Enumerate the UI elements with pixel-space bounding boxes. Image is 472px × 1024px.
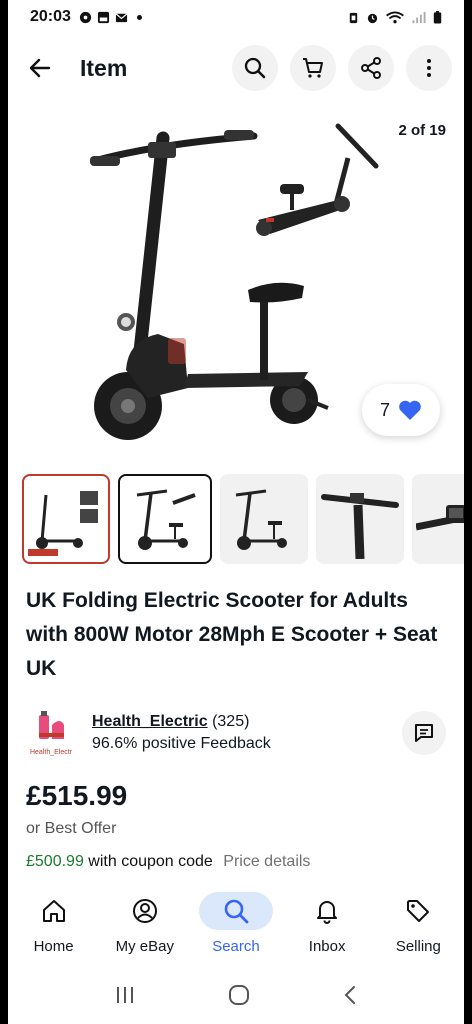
nav-search[interactable]: Search [194, 891, 278, 955]
price: £515.99 [26, 780, 128, 811]
mail-icon [115, 12, 128, 22]
home-icon [42, 899, 65, 922]
best-offer-label: or Best Offer [26, 820, 117, 837]
share-icon [361, 57, 381, 79]
thumbnail-image [235, 489, 287, 550]
thumbnail-image [136, 489, 196, 550]
nav-selling-label: Selling [395, 937, 441, 955]
alarm-icon [367, 13, 378, 23]
watch-button[interactable]: 7 [362, 384, 440, 436]
search-icon [244, 57, 266, 79]
soccer-ball-icon [79, 11, 91, 23]
more-vertical-icon [427, 59, 431, 77]
nav-my-ebay[interactable]: My eBay [103, 892, 187, 955]
app-screen: 20:03 Item 2 of 19 7 UK Folding Electric… [8, 0, 464, 1024]
arrow-left-icon [29, 58, 51, 78]
seller-logo-text: Health_Electr [29, 748, 73, 756]
notification-dot [136, 14, 142, 20]
bell-icon [317, 900, 338, 924]
share-button[interactable] [348, 45, 394, 91]
thumbnail-2[interactable] [118, 474, 212, 564]
price-details-link[interactable]: Price details [223, 853, 310, 870]
seller-name-link[interactable]: Health_Electric [92, 713, 208, 730]
search-button[interactable] [232, 45, 278, 91]
coupon-price: £500.99 [26, 853, 84, 870]
coupon-text: with coupon code [88, 853, 213, 870]
thumbnail-1[interactable] [22, 474, 110, 564]
tag-icon [407, 899, 430, 922]
message-icon [415, 724, 433, 742]
seller-logo[interactable]: Health_Electr [26, 704, 76, 762]
coupon-line: £500.99 with coupon code Price details [26, 853, 310, 873]
user-icon [132, 898, 157, 923]
nav-search-label: Search [212, 937, 260, 955]
battery-icon [433, 10, 442, 24]
product-image-gallery[interactable]: 2 of 19 7 [8, 108, 464, 460]
thumbnail-image [416, 505, 464, 531]
nav-selling[interactable]: Selling [376, 892, 460, 955]
home-circle-icon[interactable] [228, 984, 250, 1006]
page-title: Item [80, 54, 128, 81]
recent-apps-icon[interactable] [114, 985, 136, 1005]
watch-count: 7 [379, 399, 390, 420]
thumbnail-strip [22, 474, 464, 564]
nav-home-label: Home [33, 937, 74, 955]
seller-feedback: 96.6% positive Feedback [92, 735, 271, 752]
back-button[interactable] [26, 54, 54, 82]
nav-inbox[interactable]: Inbox [285, 892, 369, 955]
nav-inbox-label: Inbox [308, 937, 346, 955]
gallery-icon [97, 11, 109, 23]
seller-logo-image [39, 710, 64, 739]
seller-rating-count: (325) [212, 713, 250, 730]
wifi-icon [386, 10, 404, 23]
product-title: UK Folding Electric Scooter for Adults w… [26, 589, 438, 680]
nav-home[interactable]: Home [12, 892, 96, 955]
signal-icon [412, 11, 426, 23]
thumbnail-5[interactable] [412, 474, 464, 564]
status-bar: 20:03 [8, 0, 464, 34]
thumbnail-3[interactable] [220, 474, 308, 564]
heart-icon [399, 400, 421, 420]
thumbnail-image [28, 491, 98, 556]
status-time: 20:03 [30, 8, 71, 25]
system-navigation-bar [8, 966, 464, 1024]
seller-info: Health_Electr Health_Electric (325) 96.6… [26, 702, 446, 764]
bottom-navigation: Home My eBay Search Inbox Selling [8, 874, 464, 966]
app-bar: Item [8, 36, 464, 100]
battery-saver-icon [349, 12, 358, 23]
contact-seller-button[interactable] [402, 711, 446, 755]
cart-button[interactable] [290, 45, 336, 91]
image-counter: 2 of 19 [398, 122, 446, 139]
back-chevron-icon[interactable] [342, 984, 358, 1006]
search-icon [224, 899, 249, 923]
thumbnail-image [321, 493, 399, 559]
more-options-button[interactable] [406, 45, 452, 91]
cart-icon [303, 58, 323, 78]
thumbnail-4[interactable] [316, 474, 404, 564]
nav-my-ebay-label: My eBay [115, 937, 174, 955]
